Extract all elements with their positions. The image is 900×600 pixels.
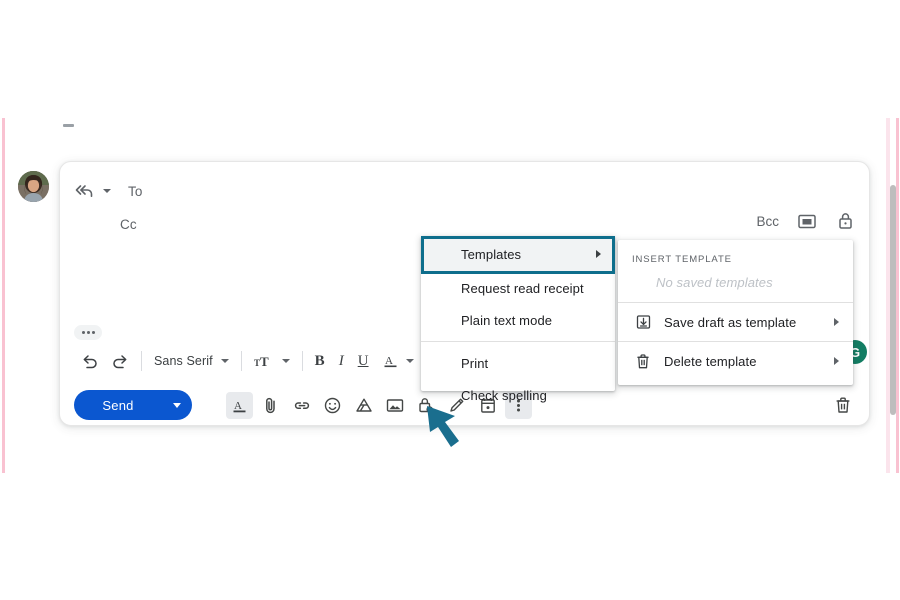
submenu-item-save-draft-as-template[interactable]: Save draft as template — [618, 303, 853, 341]
bold-button[interactable]: B — [308, 347, 332, 375]
show-trimmed-content-button[interactable] — [74, 325, 102, 340]
to-field-row[interactable]: To — [74, 178, 857, 204]
underline-button[interactable]: U — [351, 347, 376, 375]
ellipsis-dot — [86, 331, 90, 334]
font-family-selector[interactable]: Sans Serif — [147, 347, 236, 375]
menu-divider — [421, 341, 615, 342]
cc-field-row[interactable]: Cc — [74, 211, 857, 237]
page-border-right-outer — [896, 118, 899, 473]
insert-emoji-icon[interactable] — [319, 392, 346, 419]
menu-item-templates[interactable]: Templates — [421, 236, 615, 272]
save-template-icon — [632, 314, 654, 330]
reply-all-icon[interactable] — [74, 182, 96, 200]
undo-icon[interactable] — [74, 347, 105, 375]
font-size-selector[interactable]: T T — [247, 347, 297, 375]
ellipsis-dot — [91, 331, 95, 334]
svg-text:A: A — [234, 400, 242, 412]
reply-all-dropdown-icon[interactable] — [103, 189, 111, 193]
chevron-right-icon — [834, 357, 839, 365]
lock-icon[interactable] — [835, 211, 855, 231]
insert-link-icon[interactable] — [288, 392, 315, 419]
ellipsis-dot — [81, 331, 85, 334]
svg-text:T: T — [260, 354, 269, 369]
redo-icon[interactable] — [105, 347, 136, 375]
italic-button[interactable]: I — [332, 347, 351, 375]
templates-submenu: INSERT TEMPLATE No saved templates Save … — [618, 240, 853, 385]
formatting-toolbar: Sans Serif T T B I U A — [74, 345, 477, 377]
annotation-arrow — [427, 406, 459, 447]
page-scrollbar-thumb[interactable] — [890, 185, 896, 415]
submenu-item-label: Save draft as template — [664, 314, 797, 330]
bcc-label[interactable]: Bcc — [756, 214, 779, 229]
font-family-label: Sans Serif — [154, 354, 213, 368]
insert-drive-file-icon[interactable] — [350, 392, 377, 419]
popout-window-icon[interactable] — [797, 211, 817, 231]
chevron-right-icon — [834, 318, 839, 326]
menu-item-label: Templates — [461, 246, 522, 262]
screenshot-root: To Cc Bcc Sans Serif T T B I U A Send A … — [0, 0, 900, 600]
submenu-section-header: INSERT TEMPLATE — [632, 254, 732, 265]
chevron-down-icon — [405, 359, 414, 363]
avatar-image — [18, 171, 49, 202]
submenu-item-label: Delete template — [664, 353, 757, 369]
cc-label[interactable]: Cc — [120, 217, 137, 232]
collapse-indicator — [63, 124, 74, 127]
send-button[interactable]: Send — [74, 390, 162, 420]
attach-file-icon[interactable] — [257, 392, 284, 419]
more-options-menu: Templates Request read receipt Plain tex… — [421, 236, 615, 403]
submenu-empty-state: No saved templates — [656, 275, 773, 290]
menu-item-label: Print — [461, 355, 489, 371]
menu-item-request-read-receipt[interactable]: Request read receipt — [421, 272, 615, 304]
send-options-button[interactable] — [162, 390, 192, 420]
insert-photo-icon[interactable] — [381, 392, 408, 419]
menu-item-label: Request read receipt — [461, 280, 584, 296]
toolbar-divider — [240, 351, 242, 371]
discard-draft-icon[interactable] — [831, 393, 855, 417]
chevron-up-icon — [173, 402, 181, 408]
menu-item-label: Plain text mode — [461, 312, 553, 328]
toolbar-divider — [141, 351, 142, 371]
svg-text:A: A — [385, 355, 393, 367]
page-border-left — [2, 118, 5, 473]
menu-item-plain-text-mode[interactable]: Plain text mode — [421, 304, 615, 336]
avatar[interactable] — [18, 171, 49, 202]
to-label: To — [128, 183, 143, 199]
submenu-item-delete-template[interactable]: Delete template — [618, 342, 853, 380]
chevron-down-icon — [281, 359, 290, 363]
menu-item-print[interactable]: Print — [421, 347, 615, 379]
text-color-button[interactable]: A — [376, 347, 421, 375]
formatting-options-icon[interactable]: A — [226, 392, 253, 419]
chevron-down-icon — [220, 359, 229, 363]
trash-icon — [632, 353, 654, 370]
toolbar-divider — [301, 351, 303, 371]
chevron-right-icon — [596, 250, 601, 258]
header-right-actions: Bcc — [756, 211, 855, 231]
